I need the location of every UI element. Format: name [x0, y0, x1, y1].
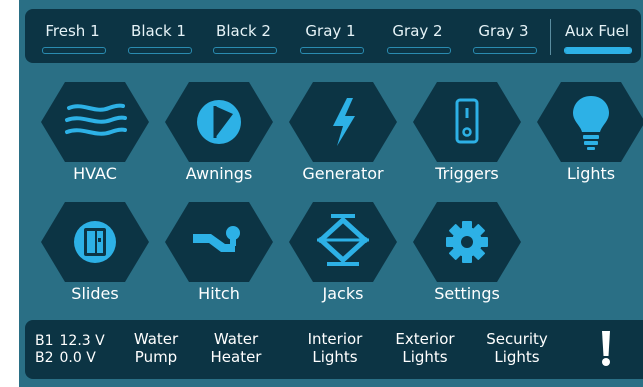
light-bulb-icon [573, 96, 609, 150]
hvac-button[interactable]: HVAC [39, 80, 151, 190]
lightning-bolt-icon [333, 98, 355, 146]
slides-button[interactable]: Slides [39, 200, 151, 310]
water-pump-button[interactable]: Water Pump [121, 330, 191, 366]
tank-black-1[interactable]: Black 1 [121, 9, 196, 63]
tank-gray-2[interactable]: Gray 2 [380, 9, 455, 63]
tank-label: Black 1 [131, 22, 186, 40]
battery-1: B1 12.3 V [35, 333, 105, 350]
tank-level-fill [565, 48, 631, 53]
battery-label: B2 [35, 350, 54, 366]
trailer-hitch-icon [193, 226, 240, 252]
tank-label: Black 2 [216, 22, 271, 40]
scissor-jack-icon [317, 214, 369, 266]
lights-button[interactable]: Lights [535, 80, 643, 190]
tank-black-2[interactable]: Black 2 [206, 9, 281, 63]
status-bar: B1 12.3 V B2 0.0 V Water Pump Water Heater… [25, 320, 643, 379]
switch-icon [455, 98, 479, 144]
tile-label: Settings [434, 284, 500, 303]
button-label-line1: Exterior [395, 330, 455, 348]
tank-divider [550, 19, 551, 55]
awnings-button[interactable]: Awnings [163, 80, 275, 190]
settings-button[interactable]: Settings [411, 200, 523, 310]
exclamation-icon[interactable] [599, 331, 613, 367]
tile-label: Slides [71, 284, 119, 303]
security-lights-button[interactable]: Security Lights [477, 330, 557, 366]
tank-level-meter [212, 47, 277, 54]
battery-voltage: 12.3 V [59, 333, 105, 349]
generator-button[interactable]: Generator [287, 80, 399, 190]
control-screen: Fresh 1 Black 1 Black 2 Gray 1 Gray 2 Gr… [19, 0, 643, 387]
hitch-button[interactable]: Hitch [163, 200, 275, 310]
tile-label: Generator [302, 164, 384, 183]
tank-label: Gray 3 [478, 22, 529, 40]
tank-gray-1[interactable]: Gray 1 [293, 9, 368, 63]
hvac-icon [65, 103, 127, 136]
awning-icon [197, 100, 241, 144]
battery-label: B1 [35, 333, 54, 349]
battery-readout: B1 12.3 V B2 0.0 V [35, 333, 105, 367]
interior-lights-button[interactable]: Interior Lights [295, 330, 375, 366]
tank-fresh-1[interactable]: Fresh 1 [35, 9, 110, 63]
button-label-line2: Lights [402, 348, 448, 366]
tile-label: Awnings [185, 164, 253, 183]
tile-label: Triggers [435, 164, 499, 183]
tank-label: Gray 1 [305, 22, 356, 40]
tile-label: Lights [566, 164, 616, 183]
button-label-line2: Lights [312, 348, 358, 366]
tile-label: Jacks [322, 284, 364, 303]
tank-label: Fresh 1 [45, 22, 100, 40]
water-heater-button[interactable]: Water Heater [201, 330, 271, 366]
tile-label: HVAC [73, 164, 117, 183]
tank-level-meter [564, 47, 632, 54]
button-label-line2: Pump [134, 348, 178, 366]
tank-label: Aux Fuel [564, 22, 630, 40]
tank-aux-fuel[interactable]: Aux Fuel [557, 9, 637, 63]
jacks-button[interactable]: Jacks [287, 200, 399, 310]
battery-2: B2 0.0 V [35, 350, 105, 367]
tank-levels-bar: Fresh 1 Black 1 Black 2 Gray 1 Gray 2 Gr… [25, 9, 641, 63]
tank-gray-3[interactable]: Gray 3 [466, 9, 541, 63]
battery-voltage: 0.0 V [59, 350, 96, 366]
exterior-lights-button[interactable]: Exterior Lights [385, 330, 465, 366]
tank-label: Gray 2 [392, 22, 443, 40]
button-label-line2: Heater [210, 348, 262, 366]
tile-label: Hitch [198, 284, 240, 303]
tank-level-meter [472, 47, 537, 54]
tank-level-meter [41, 47, 106, 54]
button-label-line1: Water [213, 330, 259, 348]
button-label-line1: Water [133, 330, 179, 348]
tank-level-meter [299, 47, 364, 54]
tank-level-meter [386, 47, 451, 54]
tank-level-meter [127, 47, 192, 54]
button-label-line1: Interior [307, 330, 363, 348]
slide-out-icon [74, 221, 116, 263]
gear-icon [446, 221, 488, 263]
button-label-line2: Lights [494, 348, 540, 366]
button-label-line1: Security [486, 330, 548, 348]
triggers-button[interactable]: Triggers [411, 80, 523, 190]
